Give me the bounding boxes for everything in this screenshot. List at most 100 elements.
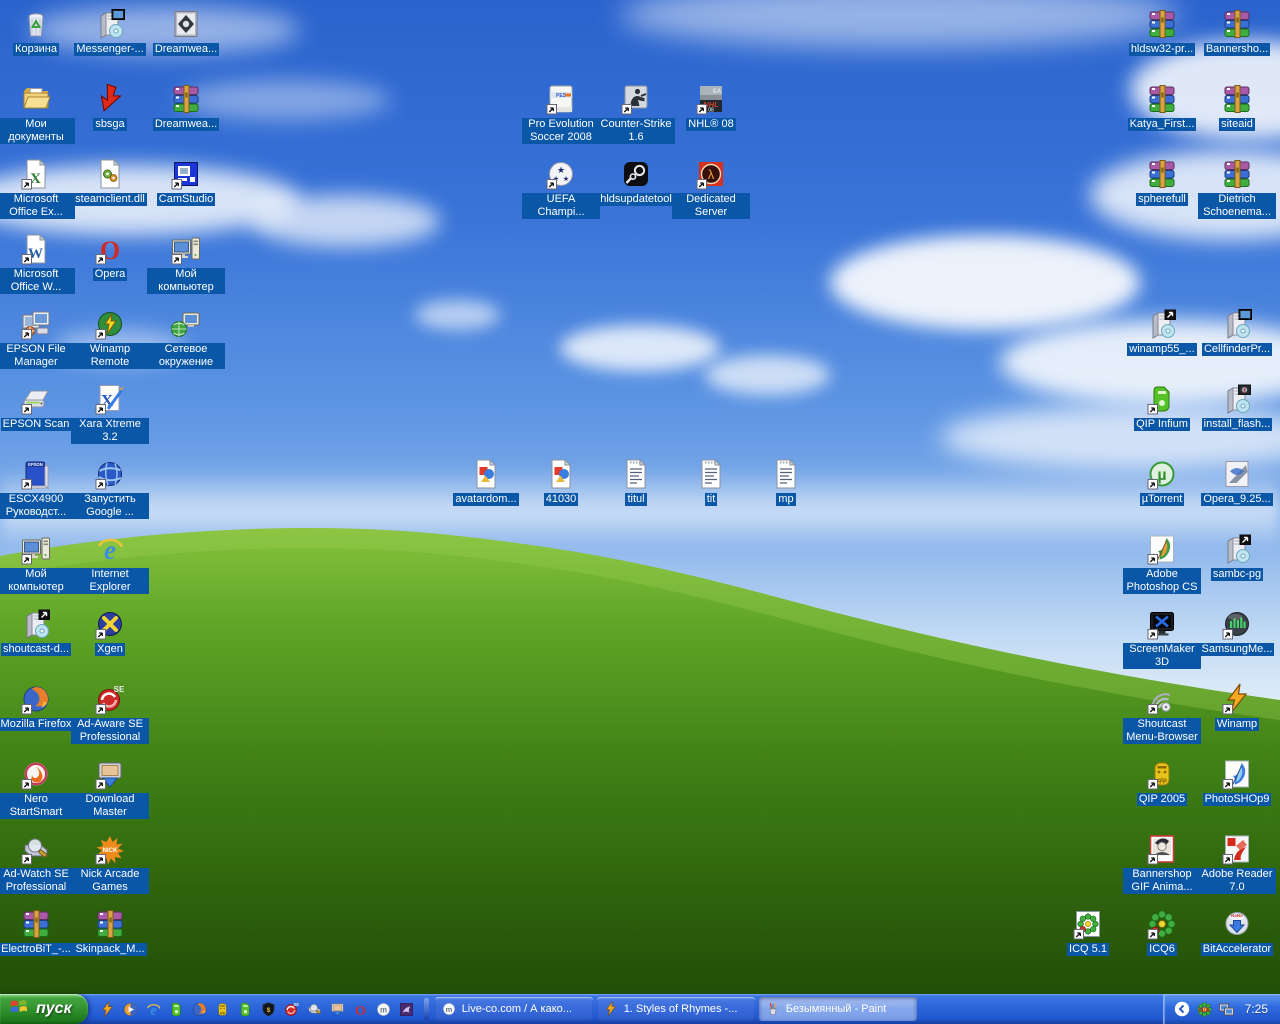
desktop-icon-tit[interactable]: tit xyxy=(672,458,750,506)
desktop-icon-skinpack-m[interactable]: Skinpack_M... xyxy=(71,908,149,956)
desktop-icon-microsoft-office-w[interactable]: WMicrosoft Office W... xyxy=(0,233,75,294)
desktop-icon-nick-arcade-games[interactable]: NICKNick Arcade Games xyxy=(71,833,149,894)
desktop-icon-xgen[interactable]: Xgen xyxy=(71,608,149,656)
taskbar-task-безымянный-paint[interactable]: Безымянный - Paint xyxy=(759,997,917,1021)
desktop-icon-ad-aware-se-professional[interactable]: SEAd-Aware SE Professional xyxy=(71,683,149,744)
desktop-icon-мой-компьютер[interactable]: Мой компьютер xyxy=(0,533,75,594)
desktop-icon-messenger[interactable]: Messenger-... xyxy=(71,8,149,56)
quicklaunch-media-player-classic-icon[interactable] xyxy=(121,998,141,1020)
desktop-icon-cellfinderpr[interactable]: CellfinderPr... xyxy=(1198,308,1276,356)
taskbar-task-1-styles-of-rhymes[interactable]: 1. Styles of Rhymes -... xyxy=(597,997,755,1021)
desktop-icon-bannershop-gif-anima[interactable]: Bannershop GIF Anima... xyxy=(1123,833,1201,894)
desktop-icon-adobe-reader-7-0[interactable]: Adobe Reader 7.0 xyxy=(1198,833,1276,894)
quicklaunch-steam-icon[interactable]: $ xyxy=(259,998,279,1020)
quicklaunch-purple-app-icon[interactable] xyxy=(397,998,417,1020)
desktop-icon-shoutcast-d[interactable]: shoutcast-d... xyxy=(0,608,75,656)
desktop-icon-spherefull[interactable]: spherefull xyxy=(1123,158,1201,206)
desktop-icon-bannersho[interactable]: Bannersho... xyxy=(1198,8,1276,56)
desktop-icon-samsungme[interactable]: SamsungMe... xyxy=(1198,608,1276,656)
icq-status-na-icon[interactable]: N/A xyxy=(1196,1001,1213,1018)
desktop-icon-steamclient-dll[interactable]: steamclient.dll xyxy=(71,158,149,206)
network-tray-icon[interactable] xyxy=(1218,1001,1235,1018)
desktop-icon-sambc-pg[interactable]: sambc-pg xyxy=(1198,533,1276,581)
desktop-icon-hldsupdatetool[interactable]: hldsupdatetool xyxy=(597,158,675,206)
desktop-icon-install-flash[interactable]: finstall_flash... xyxy=(1198,383,1276,431)
quicklaunch-maxthon-icon[interactable]: m xyxy=(374,998,394,1020)
desktop-icon-winamp-remote[interactable]: Winamp Remote xyxy=(71,308,149,369)
desktop-icon-ad-watch-se-professional[interactable]: Ad-Watch SE Professional xyxy=(0,833,75,894)
quicklaunch-qip-infium-icon[interactable] xyxy=(236,998,256,1020)
desktop-icon-layer: Корзина Мои документы XMicrosoft Office Ex… xyxy=(0,0,1280,994)
desktop-icon-сетевое-окружение[interactable]: Сетевое окружение xyxy=(147,308,225,369)
desktop-icon-uefa-champi[interactable]: ★★★UEFA Champi... xyxy=(522,158,600,219)
desktop-icon-counter-strike-1-6[interactable]: Counter-Strike 1.6 xyxy=(597,83,675,144)
quicklaunch-winamp-icon[interactable] xyxy=(98,998,118,1020)
quicklaunch-firefox-icon[interactable] xyxy=(190,998,210,1020)
quicklaunch-ad-watch-icon[interactable] xyxy=(305,998,325,1020)
desktop-icon-opera-9-25[interactable]: Opera_9.25... xyxy=(1198,458,1276,506)
earth-icon xyxy=(93,458,127,492)
desktop-icon-epson-scan[interactable]: EPSON Scan xyxy=(0,383,75,431)
desktop-icon-dreamwea[interactable]: Dreamwea... xyxy=(147,8,225,56)
desktop-icon-adobe-photoshop-cs[interactable]: Adobe Photoshop CS xyxy=(1123,533,1201,594)
desktop-icon-41030[interactable]: 41030 xyxy=(522,458,600,506)
rar-icon xyxy=(19,908,53,942)
desktop-icon-mozilla-firefox[interactable]: Mozilla Firefox xyxy=(0,683,75,731)
start-button[interactable]: пуск xyxy=(0,994,88,1024)
desktop-icon-camstudio[interactable]: CamStudio xyxy=(147,158,225,206)
desktop-icon-winamp55[interactable]: winamp55_... xyxy=(1123,308,1201,356)
desktop-icon-avatardom[interactable]: avatardom... xyxy=(447,458,525,506)
start-button-label: пуск xyxy=(36,1000,72,1018)
quicklaunch-ad-aware-icon[interactable]: SE xyxy=(282,998,302,1020)
desktop-icon-dietrich-schoenema[interactable]: Dietrich Schoenema... xyxy=(1198,158,1276,219)
desktop-icon-qip-infium[interactable]: QIP Infium xyxy=(1123,383,1201,431)
desktop-icon-bitaccelerator[interactable]: NaNoBitAccelerator xyxy=(1198,908,1276,956)
desktop-icon-nero-startsmart[interactable]: Nero StartSmart xyxy=(0,758,75,819)
desktop-icon-screenmaker-3d[interactable]: ScreenMaker 3D xyxy=(1123,608,1201,669)
desktop-icon-hldsw32-pr[interactable]: hldsw32-pr... xyxy=(1123,8,1201,56)
desktop-icon-titul[interactable]: titul xyxy=(597,458,675,506)
desktop-icon-microsoft-office-ex[interactable]: XMicrosoft Office Ex... xyxy=(0,158,75,219)
desktop-icon-sbsga[interactable]: sbsga xyxy=(71,83,149,131)
desktop-icon-electrobit[interactable]: ElectroBiT_-... xyxy=(0,908,75,956)
quicklaunch-qip-2005-icon[interactable]: qip xyxy=(213,998,233,1020)
desktop-icon-корзина[interactable]: Корзина xyxy=(0,8,75,56)
desktop-icon-photoshop9[interactable]: PhotoSHOp9 xyxy=(1198,758,1276,806)
desktop-icon-download-master[interactable]: Download Master xyxy=(71,758,149,819)
desktop-icon-icq6[interactable]: ICQ6 xyxy=(1123,908,1201,956)
taskbar-task-live-co-com-а-како[interactable]: mLive-co.com / А како... xyxy=(435,997,593,1021)
desktop-icon-winamp[interactable]: Winamp xyxy=(1198,683,1276,731)
desktop-icon-torrent[interactable]: µµTorrent xyxy=(1123,458,1201,506)
tray-chevron-icon[interactable] xyxy=(1174,1001,1191,1018)
desktop-icon-мои-документы[interactable]: Мои документы xyxy=(0,83,75,144)
quicklaunch-download-master-icon[interactable] xyxy=(328,998,348,1020)
quicklaunch-qip-messenger-icon[interactable] xyxy=(167,998,187,1020)
desktop-icon-siteaid[interactable]: siteaid xyxy=(1198,83,1276,131)
bolt-icon xyxy=(1220,683,1254,717)
desktop-icon-escx4900-руководст[interactable]: EPSONESCX4900 Руководст... xyxy=(0,458,75,519)
rar-icon xyxy=(1220,8,1254,42)
desktop-icon-epson-file-manager[interactable]: EPSON File Manager xyxy=(0,308,75,369)
desktop-icon-nhl-08[interactable]: EANHL08NHL® 08 xyxy=(672,83,750,131)
bit-icon: NaNo xyxy=(1220,908,1254,942)
desktop-icon-internet-explorer[interactable]: eInternet Explorer xyxy=(71,533,149,594)
svg-text:µ: µ xyxy=(1157,467,1166,484)
svg-text:e: e xyxy=(151,1002,158,1017)
desktop-icon-label: Messenger-... xyxy=(74,43,145,56)
desktop-icon-pro-evolution-soccer-2008[interactable]: PESPro Evolution Soccer 2008 xyxy=(522,83,600,144)
desktop-icon-мой-компьютер[interactable]: Мой компьютер xyxy=(147,233,225,294)
desktop-icon-qip-2005[interactable]: qipQIP 2005 xyxy=(1123,758,1201,806)
desktop-icon-icq-5-1[interactable]: ICQ 5.1 xyxy=(1049,908,1127,956)
quicklaunch-internet-explorer-icon[interactable]: e xyxy=(144,998,164,1020)
desktop-icon-opera[interactable]: OOpera xyxy=(71,233,149,281)
quicklaunch-opera-icon[interactable]: O xyxy=(351,998,371,1020)
desktop-icon-mp[interactable]: mp xyxy=(747,458,825,506)
desktop-icon-dedicated-server[interactable]: λDedicated Server xyxy=(672,158,750,219)
desktop-icon-katya-first[interactable]: Katya_First... xyxy=(1123,83,1201,131)
desktop-icon-dreamwea[interactable]: Dreamwea... xyxy=(147,83,225,131)
tray-clock[interactable]: 7:25 xyxy=(1245,1002,1268,1016)
desktop-icon-запустить-google[interactable]: Запустить Google ... xyxy=(71,458,149,519)
taskbar-separator[interactable] xyxy=(424,998,429,1020)
desktop-icon-shoutcast-menu-browser[interactable]: Shoutcast Menu-Browser xyxy=(1123,683,1201,744)
desktop-icon-xara-xtreme-3-2[interactable]: XXara Xtreme 3.2 xyxy=(71,383,149,444)
